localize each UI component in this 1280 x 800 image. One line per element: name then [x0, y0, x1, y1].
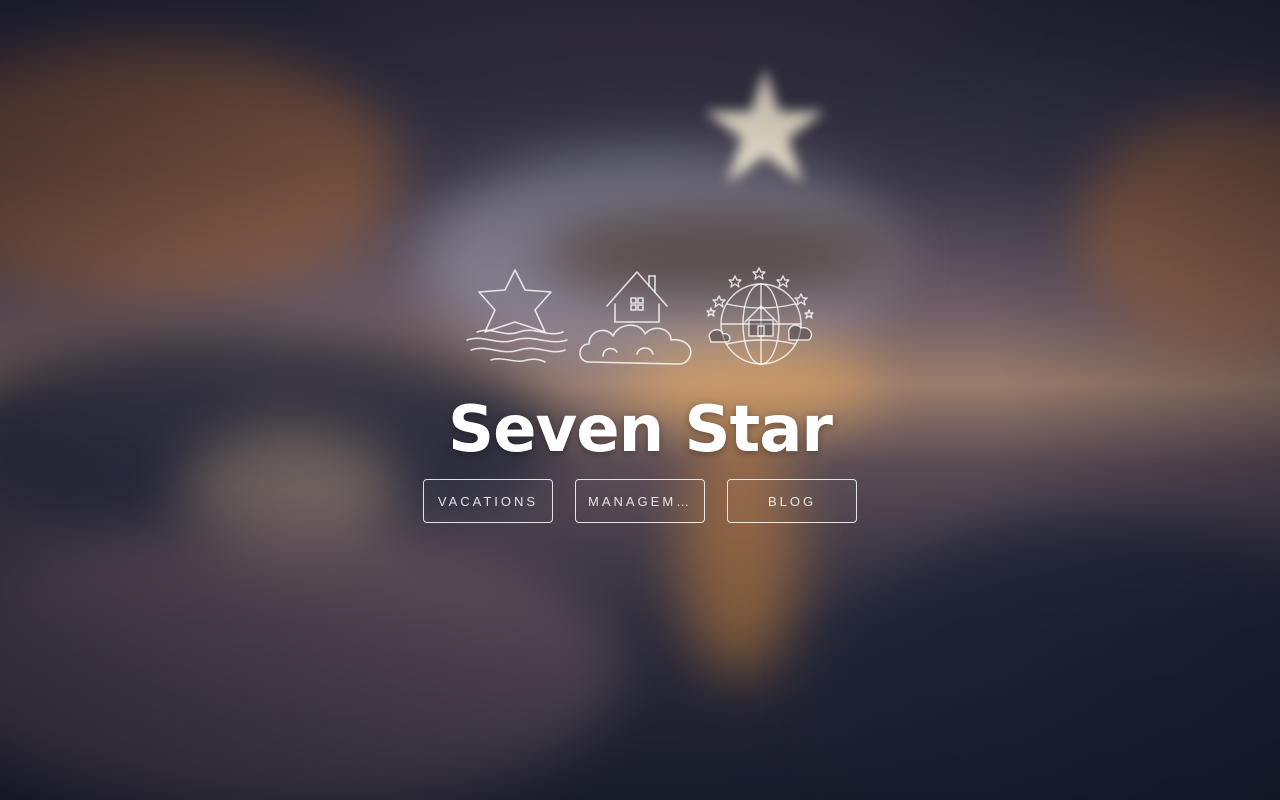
main-nav: Vacations Management Blog — [423, 479, 857, 523]
globe-with-stars-icon — [706, 267, 814, 365]
logo — [463, 266, 817, 372]
nav-blog-label: Blog — [767, 493, 817, 509]
nav-management-button[interactable]: Management — [575, 479, 705, 523]
star-over-waves-icon — [466, 269, 568, 363]
nav-blog-button[interactable]: Blog — [727, 479, 857, 523]
house-on-cloud-icon — [579, 271, 692, 365]
nav-management-label: Management — [588, 493, 692, 509]
hero-section: Seven Star Vacations Management Blog — [0, 0, 1280, 523]
nav-vacations-label: Vacations — [437, 493, 539, 509]
nav-vacations-button[interactable]: Vacations — [423, 479, 553, 523]
site-title: Seven Star — [448, 393, 833, 467]
